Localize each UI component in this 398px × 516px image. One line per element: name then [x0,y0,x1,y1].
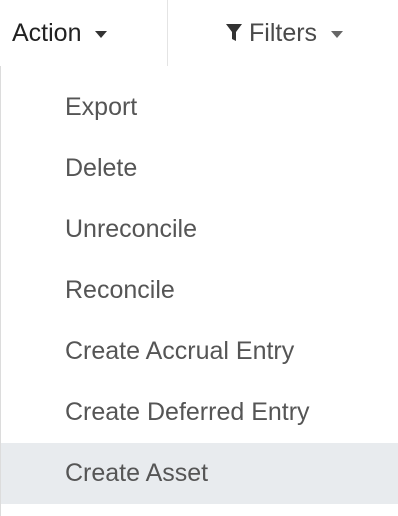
action-label: Action [12,18,82,47]
menu-item-unreconcile[interactable]: Unreconcile [1,199,398,260]
toolbar: Action Filters [0,0,398,66]
action-dropdown-button[interactable]: Action [0,0,168,66]
caret-down-icon [331,30,344,38]
menu-item-create-asset[interactable]: Create Asset [1,443,398,504]
filters-label: Filters [249,18,318,47]
menu-item-create-accrual-entry[interactable]: Create Accrual Entry [1,321,398,382]
filter-icon [226,24,242,42]
action-dropdown-menu: Export Delete Unreconcile Reconcile Crea… [0,66,398,516]
menu-item-create-deferred-entry[interactable]: Create Deferred Entry [1,382,398,443]
menu-item-delete[interactable]: Delete [1,138,398,199]
menu-item-reconcile[interactable]: Reconcile [1,260,398,321]
filters-dropdown-button[interactable]: Filters [226,0,344,66]
caret-down-icon [95,30,108,38]
menu-item-export[interactable]: Export [1,77,398,138]
